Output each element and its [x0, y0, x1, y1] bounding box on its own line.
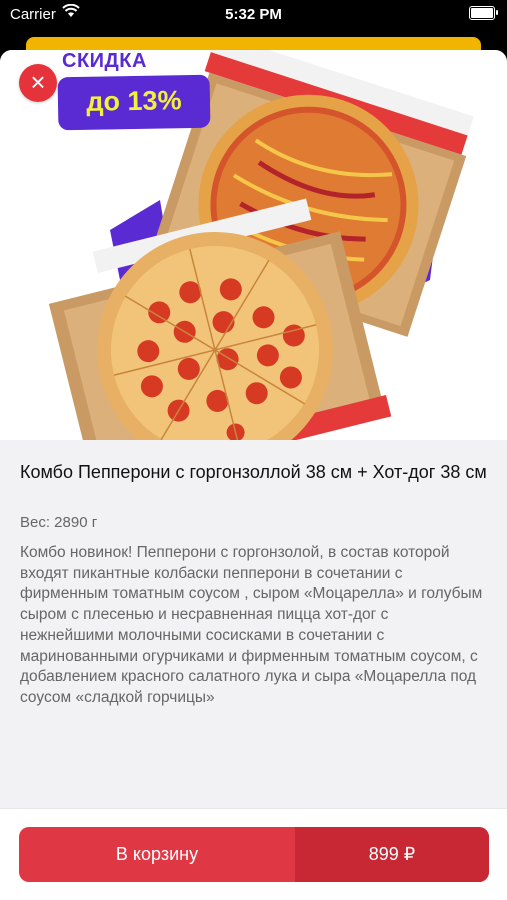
product-image: × СКИДКА до 13%	[0, 50, 507, 440]
product-weight: Вес: 2890 г	[20, 514, 98, 531]
add-to-cart-button[interactable]: В корзину 899 ₽	[19, 827, 489, 882]
product-details: Комбо Пепперони с горгонзоллой 38 см + Х…	[0, 440, 507, 808]
battery-icon	[469, 6, 498, 20]
discount-label: СКИДКА	[62, 50, 147, 72]
status-bar: Carrier 5:32 PM	[0, 0, 507, 30]
price-label: 899 ₽	[368, 844, 416, 864]
product-sheet: × СКИДКА до 13% Комбо Пепперони с горгон…	[0, 50, 507, 900]
close-button[interactable]: ×	[19, 64, 57, 102]
bottom-bar: В корзину 899 ₽	[0, 808, 507, 900]
close-icon: ×	[30, 67, 46, 97]
product-title: Комбо Пепперони с горгонзоллой 38 см + Х…	[20, 462, 487, 482]
discount-value: до 13%	[86, 85, 182, 117]
clock: 5:32 PM	[225, 6, 282, 23]
price-segment: 899 ₽	[295, 827, 489, 882]
add-to-cart-label: В корзину	[115, 844, 199, 864]
discount-badge: до 13%	[57, 74, 211, 131]
product-description: Комбо новинок! Пепперони с горгонзолой, …	[20, 544, 483, 706]
